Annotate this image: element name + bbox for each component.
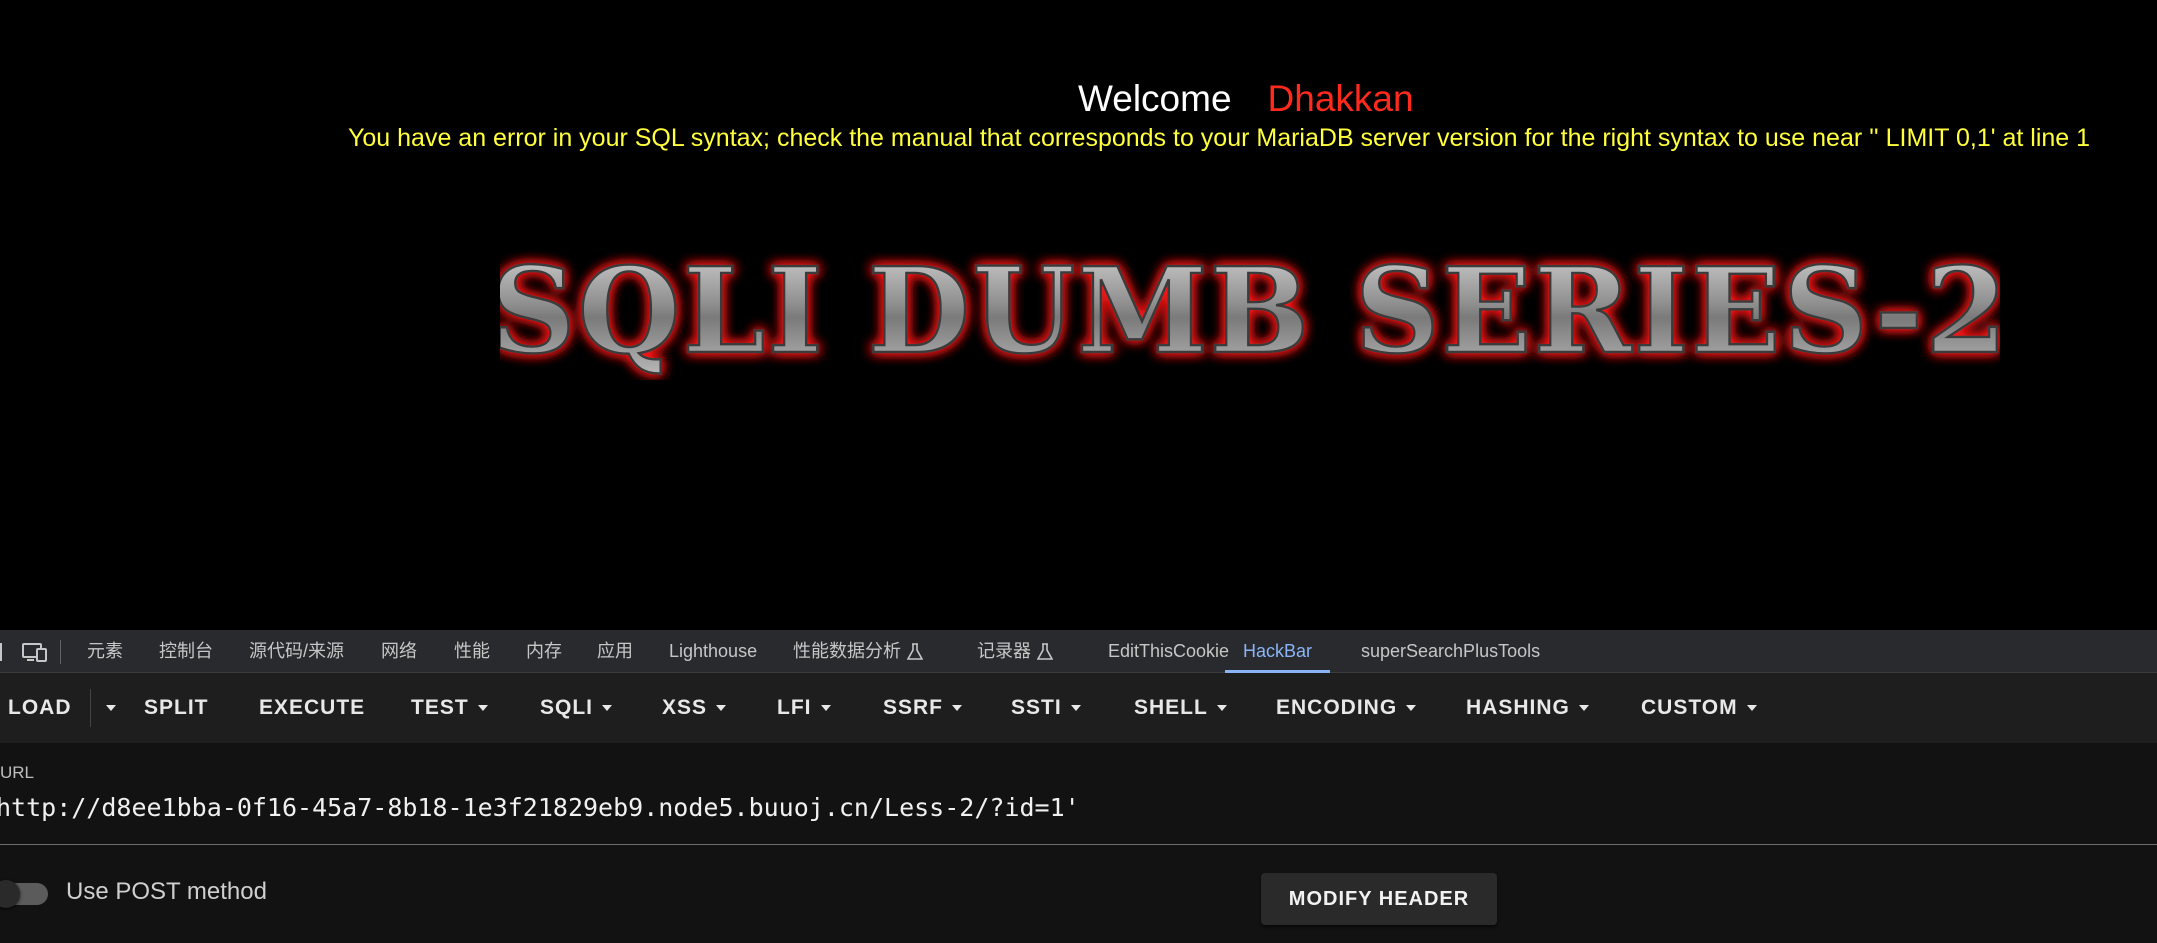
shell-menu-label: SHELL [1134,696,1208,719]
tab-sources[interactable]: 源代码/来源 [249,630,344,673]
tab-performance-insights-label: 性能数据分析 [793,641,901,661]
ssrf-menu-label: SSRF [883,696,944,719]
caret-down-icon [1578,705,1589,712]
tab-network[interactable]: 网络 [381,630,417,673]
tab-editthiscookie[interactable]: EditThisCookie [1108,630,1229,673]
test-menu-label: TEST [411,696,469,719]
tab-recorder-label: 记录器 [977,641,1031,661]
custom-menu-button[interactable]: CUSTOM [1641,673,1757,743]
caret-down-icon [1216,705,1227,712]
execute-button[interactable]: EXECUTE [259,673,365,743]
hashing-menu-label: HASHING [1466,696,1570,719]
caret-down-icon [602,705,613,712]
flask-icon [1037,643,1053,661]
url-label: URL [0,763,35,782]
xss-menu-button[interactable]: XSS [662,673,727,743]
load-divider [90,689,91,727]
custom-menu-label: CUSTOM [1641,696,1738,719]
xss-menu-label: XSS [662,696,708,719]
sqli-logo-banner: SQLI DUMB SERIES-2 [500,240,2000,380]
load-button[interactable]: LOAD [8,673,72,743]
load-dropdown-button[interactable] [97,673,116,743]
device-toolbar-icon[interactable] [22,642,48,662]
sql-error-message: You have an error in your SQL syntax; ch… [348,124,2091,152]
welcome-text: Welcome [1078,78,1232,119]
test-menu-button[interactable]: TEST [411,673,488,743]
ssrf-menu-button[interactable]: SSRF [883,673,963,743]
webpage-viewport: Welcome Dhakkan You have an error in your… [0,0,2157,630]
flask-icon [907,643,923,661]
caret-down-icon [1070,705,1081,712]
modify-header-button[interactable]: MODIFY HEADER [1261,873,1497,925]
tab-elements[interactable]: 元素 [87,630,123,673]
welcome-line: Welcome Dhakkan [1078,78,1414,120]
caret-down-icon [1746,705,1757,712]
caret-down-icon [952,705,963,712]
tab-lighthouse[interactable]: Lighthouse [669,630,757,673]
caret-down-icon [820,705,831,712]
logo-text: SQLI DUMB SERIES-2 [500,241,2000,380]
shell-menu-button[interactable]: SHELL [1134,673,1227,743]
hackbar-toolbar: LOAD SPLIT EXECUTE TEST SQLI XSS LFI SSR… [0,673,2157,743]
caret-down-icon [106,705,116,712]
caret-down-icon [477,705,488,712]
devtools-panel: 元素 控制台 源代码/来源 网络 性能 内存 应用 Lighthouse 性能数… [0,630,2157,943]
tab-performance[interactable]: 性能 [454,630,490,673]
devtools-tab-bar: 元素 控制台 源代码/来源 网络 性能 内存 应用 Lighthouse 性能数… [0,630,2157,673]
hashing-menu-button[interactable]: HASHING [1466,673,1589,743]
tab-application[interactable]: 应用 [597,630,633,673]
tab-hackbar[interactable]: HackBar [1225,630,1331,673]
lfi-menu-button[interactable]: LFI [777,673,831,743]
ssti-menu-label: SSTI [1011,696,1062,719]
tab-performance-insights[interactable]: 性能数据分析 [793,630,923,673]
post-method-label: Use POST method [66,878,267,905]
url-field[interactable]: URL http://d8ee1bba-0f16-45a7-8b18-1e3f2… [0,743,2157,845]
tab-supersearchplustools[interactable]: superSearchPlusTools [1361,630,1540,673]
hackbar-options: Use POST method MODIFY HEADER [0,845,2157,943]
welcome-username: Dhakkan [1267,78,1414,119]
sqli-menu-button[interactable]: SQLI [540,673,613,743]
tab-console[interactable]: 控制台 [159,630,213,673]
sqli-menu-label: SQLI [540,696,594,719]
caret-down-icon [1406,705,1417,712]
tab-memory[interactable]: 内存 [526,630,562,673]
devtools-menu-icon[interactable] [0,642,6,662]
screen: Welcome Dhakkan You have an error in your… [0,0,2157,943]
encoding-menu-label: ENCODING [1276,696,1398,719]
url-input[interactable]: http://d8ee1bba-0f16-45a7-8b18-1e3f21829… [0,793,1080,822]
encoding-menu-button[interactable]: ENCODING [1276,673,1417,743]
tab-recorder[interactable]: 记录器 [977,630,1053,673]
ssti-menu-button[interactable]: SSTI [1011,673,1081,743]
lfi-menu-label: LFI [777,696,812,719]
caret-down-icon [716,705,727,712]
split-button[interactable]: SPLIT [144,673,209,743]
tab-bar-divider [60,640,61,664]
